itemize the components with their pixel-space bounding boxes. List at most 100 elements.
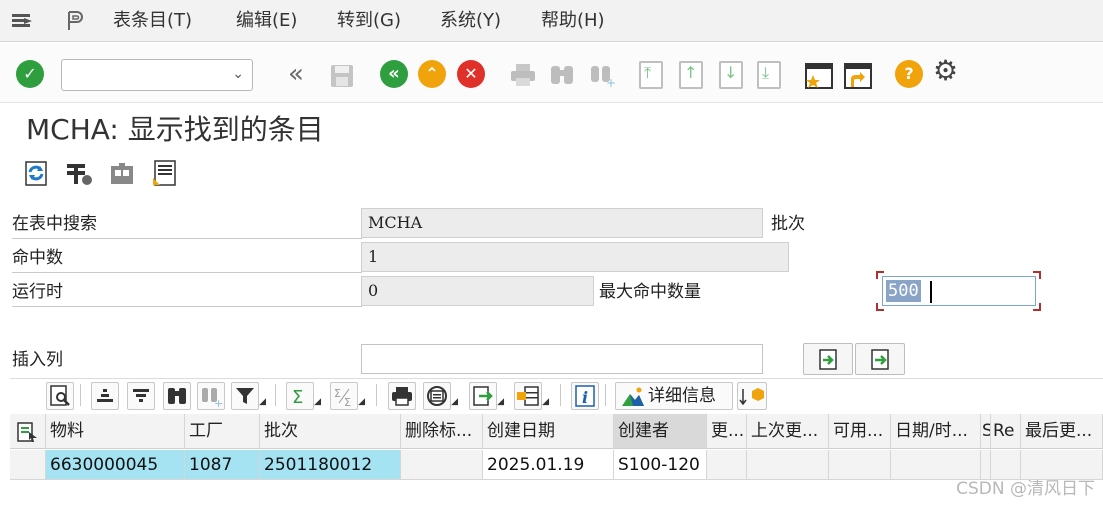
- sort-descending-icon[interactable]: [127, 382, 155, 410]
- column-left-icon: [819, 349, 837, 370]
- cancel-icon[interactable]: ✕: [457, 60, 485, 88]
- max-hits-input[interactable]: 500: [882, 276, 1036, 306]
- column-header[interactable]: 删除标...: [401, 414, 483, 449]
- exit-icon[interactable]: ⌃: [418, 60, 446, 88]
- focus-corner-bl: [876, 303, 884, 311]
- dropdown-arrow-icon[interactable]: ◢: [451, 397, 458, 407]
- svg-text:Σ: Σ: [292, 387, 303, 408]
- sort-order-icon[interactable]: [737, 382, 767, 410]
- menu-item-table-entry[interactable]: 表条目(T): [113, 8, 192, 34]
- dropdown-arrow-icon[interactable]: ◢: [497, 397, 504, 407]
- toolbar-separator: [275, 384, 276, 406]
- last-page-icon[interactable]: ⤓: [757, 61, 781, 89]
- column-header[interactable]: 上次更...: [747, 414, 829, 449]
- insert-column-left-button[interactable]: [803, 343, 853, 375]
- find-icon[interactable]: [548, 62, 576, 94]
- column-header[interactable]: 创建者: [614, 414, 707, 449]
- filter-icon[interactable]: ◢: [231, 382, 266, 410]
- table-cell[interactable]: [747, 450, 829, 480]
- first-page-icon[interactable]: ⤒: [639, 61, 663, 89]
- views-icon[interactable]: ◢: [423, 382, 458, 410]
- check-table-icon[interactable]: [107, 158, 137, 188]
- insert-column-input[interactable]: [361, 344, 763, 374]
- table-cell[interactable]: 1087: [185, 450, 260, 480]
- column-header[interactable]: 工厂: [185, 414, 260, 449]
- menu-item-edit[interactable]: 编辑(E): [236, 8, 297, 34]
- subtotal-icon[interactable]: ΣΣ ◢: [330, 382, 365, 410]
- column-header[interactable]: 可用...: [829, 414, 891, 449]
- dropdown-arrow-icon[interactable]: ◢: [358, 397, 365, 407]
- menu-icon[interactable]: [10, 9, 34, 33]
- toolbar-separator: [80, 384, 81, 406]
- alv-print-icon[interactable]: [388, 382, 416, 410]
- alv-find-icon[interactable]: [163, 382, 191, 410]
- alv-find-next-icon[interactable]: +: [197, 382, 225, 410]
- back-icon[interactable]: «: [380, 60, 408, 88]
- column-header[interactable]: 更...: [707, 414, 747, 449]
- text-caret: [930, 281, 932, 303]
- toolbar-separator: [605, 384, 606, 406]
- find-next-icon[interactable]: +: [588, 62, 616, 94]
- refresh-icon[interactable]: [21, 158, 51, 188]
- insert-column-right-button[interactable]: [855, 343, 905, 375]
- menu-item-system[interactable]: 系统(Y): [440, 8, 501, 34]
- search-table-field: MCHA: [361, 208, 763, 238]
- sum-icon[interactable]: Σ ◢: [286, 382, 321, 410]
- double-chevron-left-icon[interactable]: «: [288, 61, 304, 87]
- column-header[interactable]: Re: [991, 414, 1021, 449]
- dropdown-arrow-icon[interactable]: ◢: [259, 397, 266, 407]
- table-cell[interactable]: 6630000045: [46, 450, 185, 480]
- new-session-icon[interactable]: [804, 61, 834, 97]
- command-field[interactable]: ⌄: [61, 59, 253, 91]
- svg-text:+: +: [606, 76, 616, 88]
- search-table-desc: 批次: [771, 214, 805, 234]
- chevron-down-icon[interactable]: ⌄: [232, 66, 244, 82]
- menu-item-help[interactable]: 帮助(H): [541, 8, 605, 34]
- select-all-icon[interactable]: [10, 414, 46, 449]
- max-hits-value: 500: [886, 280, 921, 302]
- sap-logo-icon[interactable]: [64, 9, 88, 33]
- enter-icon[interactable]: ✓: [16, 60, 44, 88]
- details-view-icon[interactable]: [46, 382, 74, 410]
- column-header[interactable]: 日期/时...: [891, 414, 981, 449]
- column-header[interactable]: 创建日期: [483, 414, 614, 449]
- export-icon[interactable]: ◢: [469, 382, 504, 410]
- selection-screen-icon[interactable]: [64, 158, 94, 188]
- document-icon[interactable]: [150, 158, 180, 188]
- layout-icon[interactable]: ◢: [514, 382, 549, 410]
- sort-ascending-icon[interactable]: [91, 382, 119, 410]
- table-cell[interactable]: [829, 450, 891, 480]
- shortcut-icon[interactable]: [843, 61, 873, 97]
- column-header[interactable]: 最后更...: [1021, 414, 1103, 449]
- column-header[interactable]: S: [981, 414, 991, 449]
- chart-mountain-icon: [622, 387, 644, 406]
- insert-column-label: 插入列: [12, 350, 63, 370]
- table-cell[interactable]: 2501180012: [260, 450, 401, 480]
- svg-text:+: +: [214, 397, 223, 409]
- prev-page-icon[interactable]: ↑: [679, 61, 703, 89]
- save-icon[interactable]: [328, 62, 356, 96]
- dropdown-arrow-icon[interactable]: ◢: [314, 397, 321, 407]
- search-table-label: 在表中搜索: [12, 209, 362, 239]
- watermark: CSDN @清风日下: [956, 479, 1095, 499]
- next-page-icon[interactable]: ↓: [719, 61, 743, 89]
- table-cell[interactable]: [707, 450, 747, 480]
- help-icon[interactable]: ?: [895, 60, 923, 88]
- table-cell[interactable]: [401, 450, 483, 480]
- menu-item-goto[interactable]: 转到(G): [337, 8, 401, 34]
- table-cell[interactable]: 2025.01.19: [483, 450, 614, 480]
- page-title: MCHA: 显示找到的条目: [26, 113, 324, 146]
- settings-icon[interactable]: ⚙: [933, 57, 958, 85]
- info-icon[interactable]: i: [571, 382, 599, 410]
- print-icon[interactable]: [509, 62, 537, 94]
- focus-corner-tl: [876, 271, 884, 279]
- menu-bar: 表条目(T) 编辑(E) 转到(G) 系统(Y) 帮助(H): [0, 0, 1103, 42]
- column-header[interactable]: 批次: [260, 414, 401, 449]
- table-cell[interactable]: S100-120: [614, 450, 707, 480]
- hits-label: 命中数: [12, 243, 362, 273]
- detail-info-button[interactable]: 详细信息: [615, 382, 733, 410]
- max-hits-label: 最大命中数量: [599, 282, 701, 302]
- column-header[interactable]: 物料: [46, 414, 185, 449]
- row-selector[interactable]: [10, 450, 46, 480]
- dropdown-arrow-icon[interactable]: ◢: [542, 397, 549, 407]
